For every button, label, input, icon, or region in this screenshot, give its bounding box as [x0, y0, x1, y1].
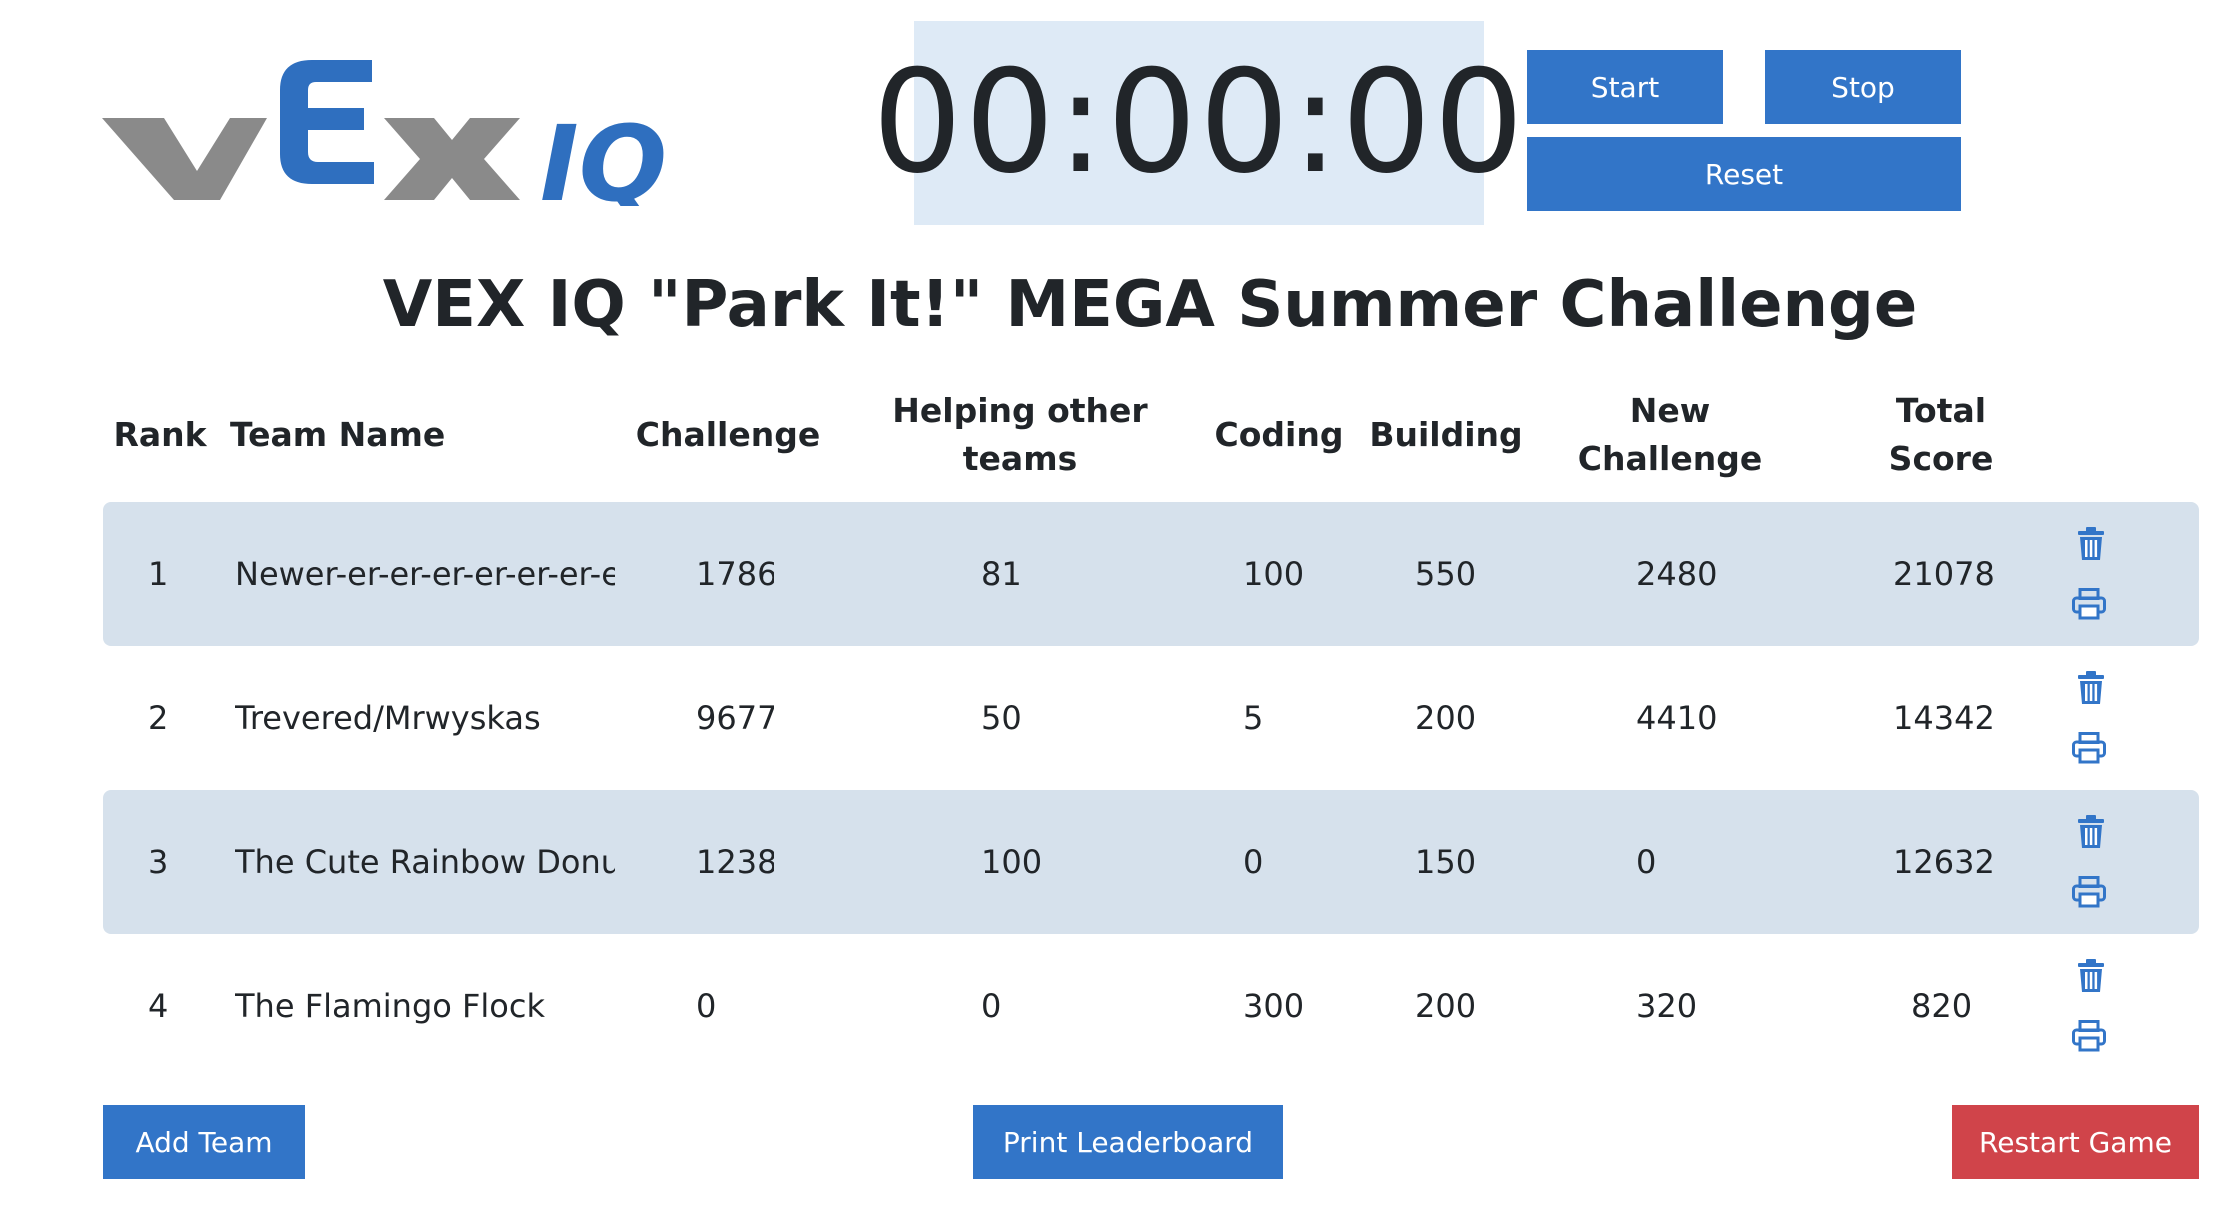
table-row: 4 The Flamingo Flock 0 0 300 200 320 820 — [103, 934, 2199, 1078]
header-total-line1: Total — [1895, 391, 1987, 430]
vex-iq-logo-graphic: IQ — [102, 60, 667, 225]
trash-icon[interactable] — [2071, 524, 2111, 564]
header-rank: Rank — [113, 415, 207, 454]
cell-new-challenge: 2480 — [1636, 555, 1718, 593]
header-team-name: Team Name — [230, 415, 446, 454]
header-new-challenge: New Challenge — [1570, 380, 1770, 490]
header-helping-line1: Helping other — [892, 391, 1148, 430]
trash-icon[interactable] — [2071, 668, 2111, 708]
header-helping-line2: teams — [962, 439, 1078, 478]
cell-total: 14342 — [1893, 699, 1995, 737]
header-new-line1: New — [1629, 391, 1711, 430]
cell-new-challenge: 320 — [1636, 987, 1698, 1025]
cell-helping: 81 — [981, 555, 1022, 593]
cell-team-name: The Flamingo Flock — [235, 987, 545, 1025]
cell-rank: 3 — [148, 843, 169, 881]
reset-button[interactable]: Reset — [1527, 137, 1961, 211]
header-coding: Coding — [1214, 415, 1344, 454]
cell-rank: 4 — [148, 987, 169, 1025]
cell-helping: 0 — [981, 987, 1002, 1025]
logo-iq-text: IQ — [540, 103, 667, 206]
header-building: Building — [1369, 415, 1523, 454]
table-header: Rank Team Name Challenge Helping other t… — [0, 380, 2224, 490]
header-challenge: Challenge — [635, 415, 821, 454]
cell-team-name: Newer-er-er-er-er-er-er-e — [235, 555, 615, 593]
printer-icon[interactable] — [2069, 1016, 2109, 1056]
printer-icon[interactable] — [2069, 872, 2109, 912]
trash-icon[interactable] — [2071, 812, 2111, 852]
table-row: 3 The Cute Rainbow Donut 12382 100 0 150… — [103, 790, 2199, 934]
cell-rank: 2 — [148, 699, 169, 737]
cell-coding: 100 — [1243, 555, 1305, 593]
header-helping-other-teams: Helping other teams — [880, 380, 1160, 490]
cell-helping: 100 — [981, 843, 1043, 881]
cell-building: 550 — [1415, 555, 1477, 593]
cell-new-challenge: 0 — [1636, 843, 1657, 881]
timer-value: 00:00:00 — [872, 40, 1526, 205]
restart-game-button[interactable]: Restart Game — [1952, 1105, 2199, 1179]
print-leaderboard-button[interactable]: Print Leaderboard — [973, 1105, 1283, 1179]
cell-building: 200 — [1415, 699, 1477, 737]
trash-icon[interactable] — [2071, 956, 2111, 996]
start-button[interactable]: Start — [1527, 50, 1723, 124]
cell-team-name: The Cute Rainbow Donut — [235, 843, 615, 881]
add-team-button[interactable]: Add Team — [103, 1105, 305, 1179]
stop-button[interactable]: Stop — [1765, 50, 1961, 124]
cell-coding: 5 — [1243, 699, 1264, 737]
vex-iq-logo: IQ — [102, 56, 782, 225]
cell-total: 12632 — [1893, 843, 1995, 881]
page-title: VEX IQ "Park It!" MEGA Summer Challenge — [382, 268, 1918, 342]
cell-building: 200 — [1415, 987, 1477, 1025]
cell-coding: 0 — [1243, 843, 1264, 881]
cell-challenge: 17867 — [696, 555, 774, 593]
header-new-line2: Challenge — [1577, 439, 1763, 478]
cell-challenge: 0 — [696, 987, 717, 1025]
cell-building: 150 — [1415, 843, 1477, 881]
table-row: 1 Newer-er-er-er-er-er-er-e 17867 81 100… — [103, 502, 2199, 646]
cell-challenge: 12382 — [696, 843, 774, 881]
table-row: 2 Trevered/Mrwyskas 9677 50 5 200 4410 1… — [103, 646, 2199, 790]
header-total-line2: Score — [1888, 439, 1994, 478]
cell-team-name: Trevered/Mrwyskas — [235, 699, 541, 737]
cell-challenge: 9677 — [696, 699, 774, 737]
printer-icon[interactable] — [2069, 728, 2109, 768]
printer-icon[interactable] — [2069, 584, 2109, 624]
timer-display: 00:00:00 — [872, 21, 1524, 225]
cell-rank: 1 — [148, 555, 169, 593]
cell-helping: 50 — [981, 699, 1022, 737]
cell-total: 21078 — [1893, 555, 1995, 593]
header-total-score: Total Score — [1866, 380, 2016, 490]
cell-coding: 300 — [1243, 987, 1305, 1025]
cell-total: 820 — [1911, 987, 1973, 1025]
cell-new-challenge: 4410 — [1636, 699, 1718, 737]
